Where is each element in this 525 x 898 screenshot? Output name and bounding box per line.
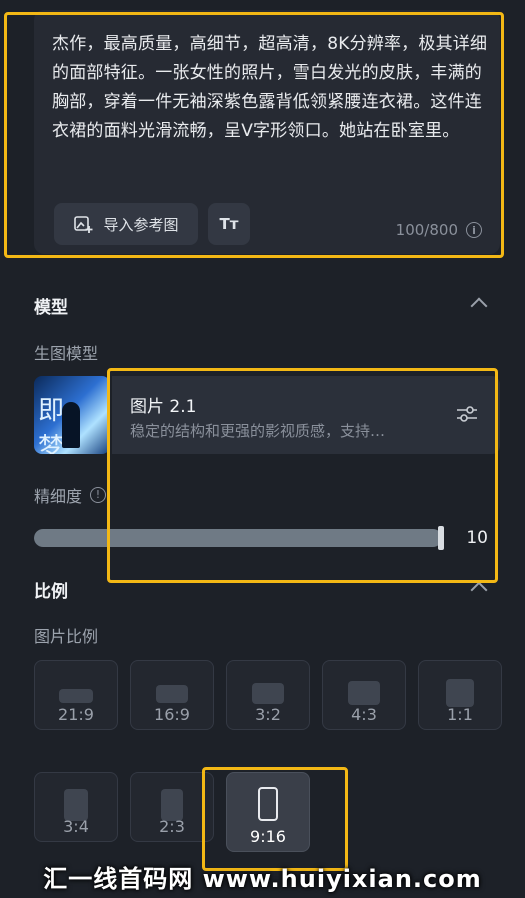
prompt-textarea[interactable]: 杰作，最高质量，高细节，超高清，8K分辨率，极其详细的面部特征。一张女性的照片，… [52, 30, 488, 146]
chevron-up-icon[interactable] [470, 297, 488, 315]
ratio-shape-icon [59, 689, 93, 703]
ratio-option-9-16[interactable]: 9:16 [226, 772, 310, 852]
slider-track[interactable] [34, 529, 442, 547]
image-add-icon [74, 216, 93, 233]
prompt-card[interactable]: 杰作，最高质量，高细节，超高清，8K分辨率，极其详细的面部特征。一张女性的照片，… [34, 10, 500, 254]
precision-value: 10 [466, 528, 488, 548]
precision-label-row: 精细度 ! [34, 483, 107, 507]
ratio-sub-label: 图片比例 [34, 627, 99, 646]
ratio-label: 1:1 [447, 705, 473, 724]
ratio-label: 2:3 [159, 817, 185, 836]
model-name: 图片 2.1 [130, 397, 197, 417]
settings-sliders-icon[interactable] [456, 404, 478, 424]
model-selector[interactable]: 即梦 图片 2.1 稳定的结构和更强的影视质感，支持… [34, 376, 500, 454]
ratio-option-4-3[interactable]: 4:3 [322, 660, 406, 730]
ratio-shape-icon [348, 681, 380, 705]
thumbnail-figure [62, 402, 80, 448]
info-icon[interactable]: i [466, 222, 482, 238]
ratio-option-21-9[interactable]: 21:9 [34, 660, 118, 730]
chevron-up-icon[interactable] [470, 581, 488, 599]
ratio-shape-icon [252, 683, 284, 704]
ratio-label: 21:9 [58, 705, 94, 724]
ratio-section-title: 比例 [34, 582, 68, 602]
import-reference-button[interactable]: 导入参考图 [54, 203, 198, 245]
ratio-shape-icon [258, 787, 278, 821]
ratio-label: 16:9 [154, 705, 190, 724]
precision-label: 精细度 [34, 487, 83, 506]
import-reference-label: 导入参考图 [103, 215, 179, 234]
ratio-label: 4:3 [351, 705, 377, 724]
slider-handle[interactable] [438, 526, 444, 550]
ratio-option-3-2[interactable]: 3:2 [226, 660, 310, 730]
char-counter-text: 100/800 [395, 221, 458, 239]
help-icon[interactable]: ! [90, 487, 107, 503]
model-description: 稳定的结构和更强的影视质感，支持… [130, 422, 386, 440]
char-counter: 100/800 i [396, 221, 482, 239]
ratio-option-3-4[interactable]: 3:4 [34, 772, 118, 842]
ratio-option-1-1[interactable]: 1:1 [418, 660, 502, 730]
ratio-label: 9:16 [250, 827, 286, 846]
ratio-shape-icon [446, 679, 474, 707]
precision-slider[interactable]: 10 [34, 526, 500, 550]
text-format-button[interactable]: Tт [208, 203, 250, 245]
ratio-label: 3:4 [63, 817, 89, 836]
model-info[interactable]: 图片 2.1 稳定的结构和更强的影视质感，支持… [112, 376, 500, 454]
ratio-shape-icon [156, 685, 188, 703]
ratio-option-16-9[interactable]: 16:9 [130, 660, 214, 730]
slider-fill [34, 529, 442, 547]
model-thumbnail: 即梦 [34, 376, 110, 454]
ratio-option-2-3[interactable]: 2:3 [130, 772, 214, 842]
model-section-title: 模型 [34, 298, 68, 318]
ratio-label: 3:2 [255, 705, 281, 724]
text-format-icon: Tт [219, 215, 239, 233]
model-sub-label: 生图模型 [34, 344, 99, 363]
watermark: 汇一线首码网 www.huiyixian.com [43, 865, 482, 893]
